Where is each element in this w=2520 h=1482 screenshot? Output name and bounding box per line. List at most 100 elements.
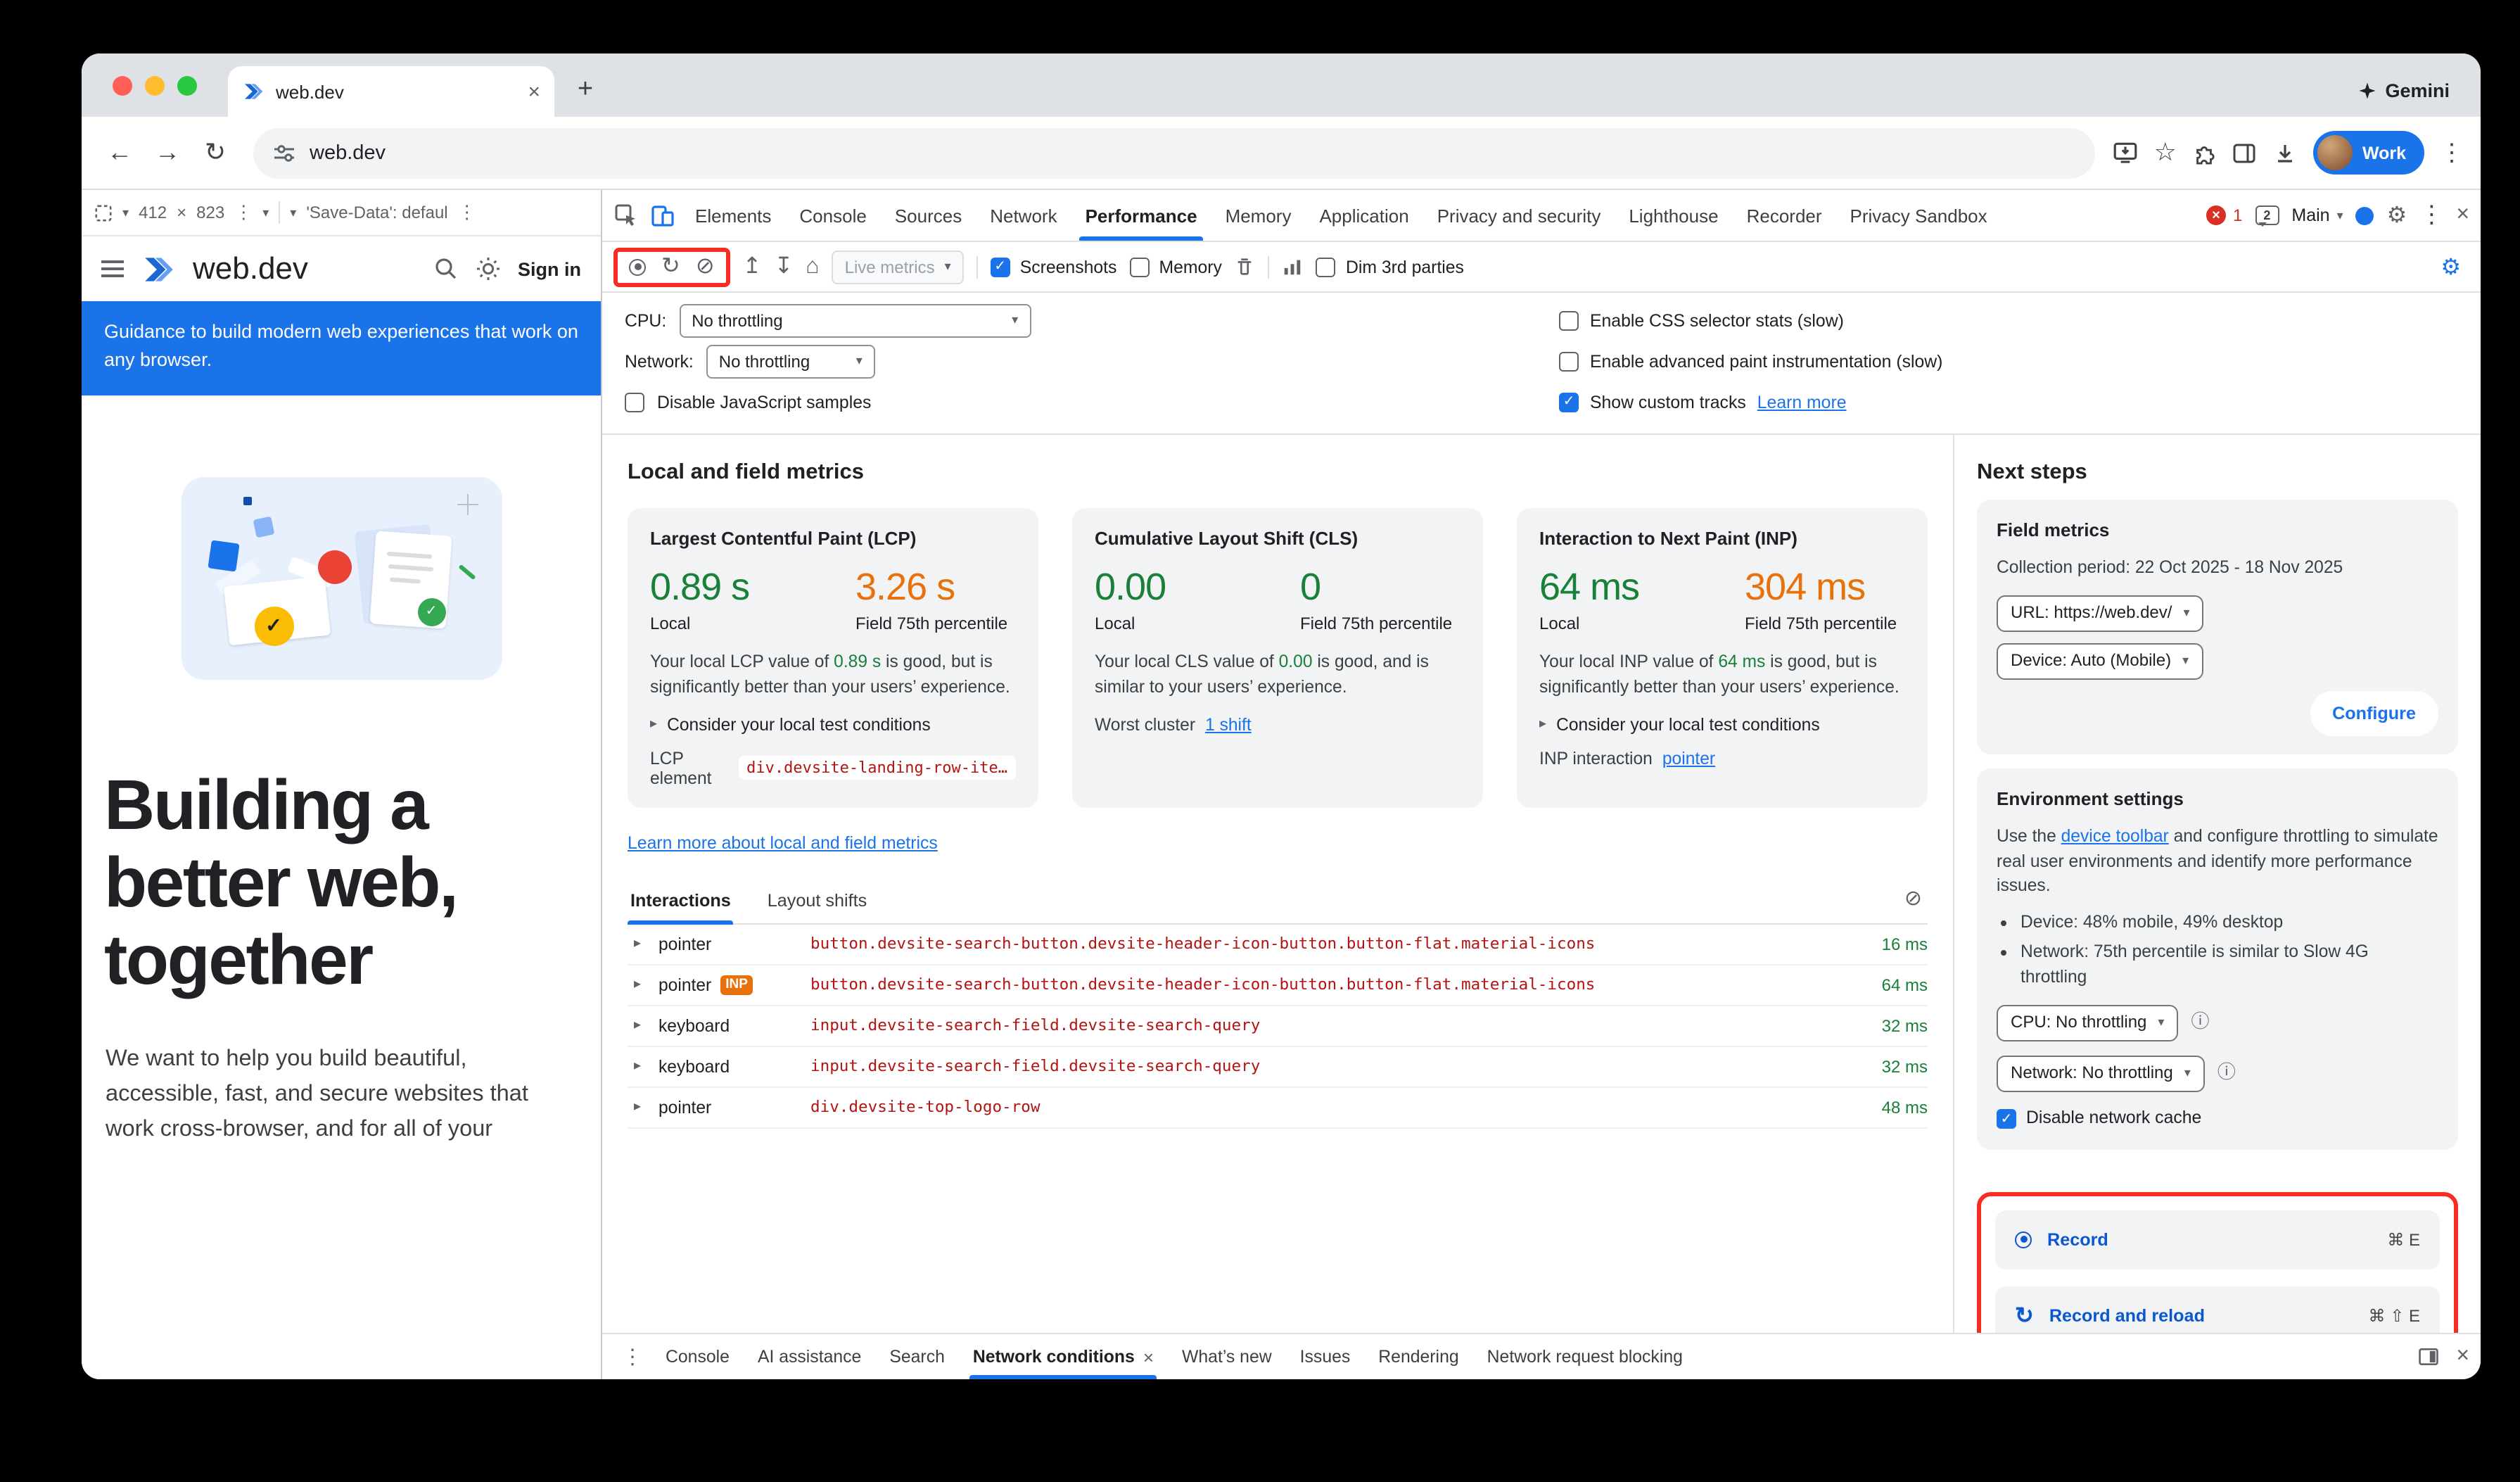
dimensions-caret-icon[interactable]: ▾ [122, 205, 129, 220]
network-throttling-select[interactable]: No throttling ▾ [706, 344, 875, 378]
drawer-tab-rendering[interactable]: Rendering [1364, 1334, 1472, 1379]
close-devtools-icon[interactable]: × [2456, 203, 2469, 228]
reload-button[interactable]: ↻ [194, 132, 236, 174]
record-button[interactable]: Record ⌘ E [1995, 1210, 2440, 1269]
drawer-tab-search[interactable]: Search [875, 1334, 959, 1379]
throttling-value[interactable]: 'Save-Data': defaul [306, 203, 447, 222]
error-icon[interactable]: × [2206, 205, 2226, 225]
drawer-tab-console[interactable]: Console [651, 1334, 744, 1379]
minimize-window-button[interactable] [145, 76, 165, 96]
stats-icon[interactable] [1283, 256, 1304, 277]
viewport-height-value[interactable]: 823 [196, 203, 224, 222]
profile-chip[interactable]: Work [2313, 131, 2424, 175]
issues-icon[interactable]: 2 [2255, 205, 2279, 225]
back-button[interactable]: ← [98, 132, 141, 174]
capture-settings-gear-icon[interactable]: ⚙ [2441, 253, 2461, 281]
live-metrics-home-icon[interactable]: ⌂ [806, 255, 819, 278]
interaction-row[interactable]: ▸ keyboard input.devsite-search-field.de… [628, 1046, 1928, 1087]
tab-elements[interactable]: Elements [681, 190, 785, 241]
tab-recorder[interactable]: Recorder [1733, 190, 1836, 241]
live-metrics-select[interactable]: Live metrics ▾ [832, 250, 964, 284]
interaction-row[interactable]: ▸ keyboard input.devsite-search-field.de… [628, 1006, 1928, 1046]
downloads-icon[interactable] [2272, 140, 2298, 165]
drawer-tab-whats-new[interactable]: What’s new [1168, 1334, 1286, 1379]
tab-application[interactable]: Application [1305, 190, 1423, 241]
interaction-row[interactable]: ▸ pointer div.devsite-top-logo-row 48 ms [628, 1087, 1928, 1128]
bookmark-icon[interactable]: ☆ [2154, 138, 2177, 167]
interaction-row[interactable]: ▸ pointer INP button.devsite-search-butt… [628, 965, 1928, 1006]
inp-interaction-link[interactable]: pointer [1662, 748, 1715, 768]
emulation-menu-icon[interactable]: ⋮ [458, 201, 476, 224]
context-selector[interactable]: Main ▾ [2291, 205, 2343, 225]
tab-memory[interactable]: Memory [1211, 190, 1306, 241]
tab-close-icon[interactable]: × [528, 80, 540, 103]
search-icon[interactable] [433, 256, 459, 281]
row-expand-icon[interactable]: ▸ [628, 1099, 647, 1115]
promo-banner[interactable]: Guidance to build modern web experiences… [82, 301, 601, 395]
clear-icon[interactable]: ⊘ [696, 255, 715, 278]
css-selector-stats-checkbox[interactable] [1559, 310, 1579, 330]
row-expand-icon[interactable]: ▸ [628, 1018, 647, 1033]
show-custom-tracks-checkbox[interactable]: ✓ [1559, 392, 1579, 412]
dock-side-icon[interactable] [2417, 1345, 2439, 1368]
dim-3rd-parties-checkbox[interactable] [1316, 257, 1336, 277]
inspect-element-icon[interactable] [608, 197, 644, 234]
drawer-menu-icon[interactable]: ⋮ [613, 1344, 651, 1369]
record-icon[interactable] [629, 258, 646, 275]
tab-layout-shifts[interactable]: Layout shifts [765, 880, 870, 923]
sign-in-link[interactable]: Sign in [518, 258, 581, 279]
device-toolbar-link[interactable]: device toolbar [2061, 826, 2169, 846]
interaction-row[interactable]: ▸ pointer button.devsite-search-button.d… [628, 924, 1928, 965]
site-brand[interactable]: web.dev [193, 251, 308, 287]
cls-worst-cluster-link[interactable]: 1 shift [1205, 714, 1252, 734]
inp-conditions-expander[interactable]: ▸ Consider your local test conditions [1539, 714, 1905, 734]
field-url-select[interactable]: URL: https://web.dev/ ▾ [1997, 595, 2204, 631]
devtools-menu-icon[interactable]: ⋮ [2419, 201, 2443, 229]
record-and-reload-icon[interactable]: ↻ [661, 255, 680, 278]
paint-instrumentation-checkbox[interactable] [1559, 351, 1579, 371]
tab-privacy-security[interactable]: Privacy and security [1423, 190, 1615, 241]
drawer-tab-issues[interactable]: Issues [1286, 1334, 1365, 1379]
cpu-throttling-select[interactable]: No throttling ▾ [679, 303, 1031, 337]
env-network-select[interactable]: Network: No throttling ▾ [1997, 1055, 2205, 1091]
forward-button[interactable]: → [146, 132, 189, 174]
metrics-learn-more-link[interactable]: Learn more about local and field metrics [628, 832, 938, 852]
memory-checkbox[interactable] [1129, 257, 1149, 277]
browser-menu-icon[interactable]: ⋮ [2440, 139, 2464, 167]
tab-console[interactable]: Console [785, 190, 880, 241]
drawer-tab-ai-assistance[interactable]: AI assistance [744, 1334, 875, 1379]
zoom-menu-icon[interactable]: ⋮ [234, 201, 253, 224]
row-expand-icon[interactable]: ▸ [628, 1058, 647, 1074]
gemini-chip[interactable]: Gemini [2358, 80, 2450, 101]
drawer-tab-close-icon[interactable]: × [1143, 1346, 1154, 1367]
row-expand-icon[interactable]: ▸ [628, 977, 647, 992]
omnibox[interactable]: web.dev [253, 127, 2095, 178]
side-panel-icon[interactable] [2232, 140, 2257, 165]
install-icon[interactable] [2112, 139, 2139, 166]
tab-lighthouse[interactable]: Lighthouse [1615, 190, 1732, 241]
cpu-info-icon[interactable]: ⓘ [2191, 1010, 2209, 1037]
profile-indicator-icon[interactable] [2356, 206, 2374, 224]
lcp-element-node-link[interactable]: div.devsite-landing-row-ite… [738, 756, 1016, 780]
screenshots-checkbox[interactable]: ✓ [991, 257, 1010, 277]
tab-network[interactable]: Network [976, 190, 1071, 241]
browser-tab[interactable]: web.dev × [228, 66, 554, 117]
extensions-icon[interactable] [2192, 141, 2216, 165]
field-device-select[interactable]: Device: Auto (Mobile) ▾ [1997, 642, 2203, 679]
zoom-window-button[interactable] [177, 76, 197, 96]
dimensions-icon[interactable] [94, 203, 113, 222]
device-toolbar-icon[interactable] [644, 197, 681, 234]
load-profile-icon[interactable]: ↥ [743, 255, 762, 278]
disable-js-samples-checkbox[interactable] [625, 392, 644, 412]
devtools-settings-icon[interactable]: ⚙ [2387, 201, 2407, 229]
lcp-conditions-expander[interactable]: ▸ Consider your local test conditions [650, 714, 1016, 734]
tab-performance[interactable]: Performance [1071, 190, 1211, 241]
drawer-tab-network-request-blocking[interactable]: Network request blocking [1473, 1334, 1697, 1379]
tab-interactions[interactable]: Interactions [628, 880, 734, 923]
viewport-width-value[interactable]: 412 [139, 203, 167, 222]
throttle-caret-icon[interactable]: ▾ [290, 205, 296, 220]
close-window-button[interactable] [113, 76, 132, 96]
custom-tracks-learn-more-link[interactable]: Learn more [1757, 392, 1847, 412]
configure-button[interactable]: Configure [2310, 690, 2438, 736]
clear-interactions-icon[interactable]: ⊘ [1899, 885, 1928, 918]
